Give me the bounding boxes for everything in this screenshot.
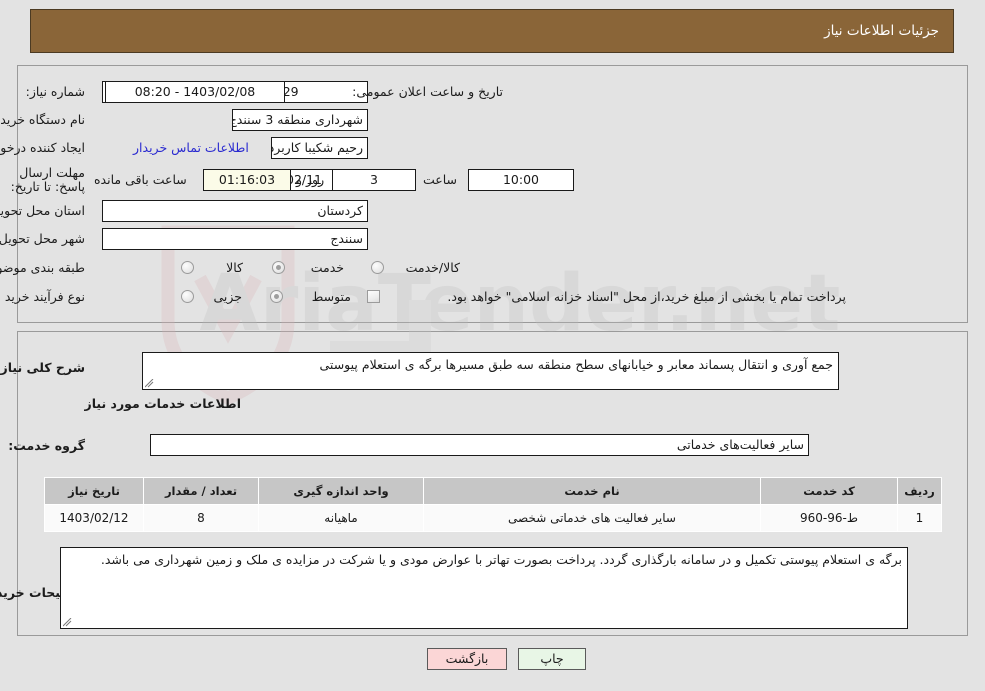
print-button[interactable]: چاپ: [518, 648, 586, 670]
need-info-panel: [17, 65, 968, 323]
th-service-code: کد خدمت: [760, 477, 898, 505]
radio-label-process-jozei: جزیی: [213, 289, 242, 304]
services-table: ردیف کد خدمت نام خدمت واحد اندازه گیری ت…: [44, 477, 942, 532]
remaining-days-word: روز و: [296, 172, 325, 187]
th-row-no: ردیف: [897, 477, 942, 505]
services-section-heading: اطلاعات خدمات مورد نیاز: [84, 396, 242, 411]
radio-label-category-khedmat: خدمت: [310, 260, 344, 275]
back-button[interactable]: بازگشت: [427, 648, 507, 670]
service-group-value[interactable]: سایر فعالیت‌های خدماتی: [150, 434, 809, 456]
delivery-city-label: شهر محل تحویل:: [0, 231, 85, 246]
deadline-hour-value[interactable]: 10:00: [468, 169, 574, 191]
cell-quantity: 8: [143, 504, 259, 532]
request-creator-value[interactable]: رحیم شکیبا کاربرداز شهرداری منطقه 3 سنند…: [271, 137, 368, 159]
th-need-date: تاریخ نیاز: [44, 477, 144, 505]
response-deadline-label: مهلت ارسال پاسخ: تا تاریخ:: [10, 165, 85, 194]
announcement-datetime-label: تاریخ و ساعت اعلان عمومی:: [352, 84, 503, 99]
cell-row-no: 1: [897, 504, 942, 532]
request-creator-label: ایجاد کننده درخواست:: [0, 140, 85, 155]
general-description-text: جمع آوری و انتقال پسماند معابر و خیابانه…: [319, 357, 833, 372]
buyer-notes-text: برگه ی استعلام پیوستی تکمیل و در سامانه …: [100, 552, 902, 567]
table-row: 1 ط-96-960 سایر فعالیت های خدماتی شخصی م…: [44, 504, 942, 532]
islamic-treasury-note: پرداخت تمام یا بخشی از مبلغ خرید،از محل …: [447, 289, 846, 304]
buyer-contact-link[interactable]: اطلاعات تماس خریدار: [133, 140, 249, 155]
purchase-process-label: نوع فرآیند خرید :: [0, 289, 85, 304]
general-description-label: شرح کلی نیاز:: [0, 360, 85, 375]
radio-category-khedmat[interactable]: [272, 261, 285, 274]
delivery-province-label: استان محل تحویل:: [0, 203, 85, 218]
announcement-datetime-value[interactable]: 08:20 - 1403/02/08: [105, 81, 285, 103]
buyer-organization-label: نام دستگاه خریدار:: [0, 112, 85, 127]
resize-grip-icon-notes[interactable]: [63, 618, 72, 627]
cell-need-date: 1403/02/12: [44, 504, 144, 532]
remaining-days-value[interactable]: 3: [332, 169, 416, 191]
th-quantity: تعداد / مقدار: [143, 477, 259, 505]
cell-unit: ماهیانه: [258, 504, 424, 532]
buyer-notes-textarea[interactable]: برگه ی استعلام پیوستی تکمیل و در سامانه …: [60, 547, 908, 629]
th-service-name: نام خدمت: [423, 477, 761, 505]
cell-service-code: ط-96-960: [760, 504, 898, 532]
checkbox-islamic-treasury-bonds[interactable]: [367, 290, 380, 303]
radio-label-process-motevaset: متوسط: [311, 289, 351, 304]
deadline-hour-label: ساعت: [422, 172, 457, 187]
radio-category-kala[interactable]: [181, 261, 194, 274]
need-number-label: شماره نیاز:: [25, 84, 85, 99]
radio-category-kala-khedmat[interactable]: [371, 261, 384, 274]
table-header-row: ردیف کد خدمت نام خدمت واحد اندازه گیری ت…: [44, 477, 942, 505]
cell-service-name: سایر فعالیت های خدماتی شخصی: [423, 504, 761, 532]
page-title: جزئیات اطلاعات نیاز: [824, 23, 939, 39]
radio-process-jozei[interactable]: [181, 290, 194, 303]
delivery-province-value[interactable]: کردستان: [102, 200, 368, 222]
countdown-suffix-label: ساعت باقی مانده: [94, 172, 187, 187]
countdown-timer: 01:16:03: [203, 169, 291, 191]
buyer-organization-value[interactable]: شهرداری منطقه 3 سنندج: [232, 109, 368, 131]
resize-grip-icon[interactable]: [145, 379, 154, 388]
delivery-city-value[interactable]: سنندج: [102, 228, 368, 250]
radio-process-motevaset[interactable]: [270, 290, 283, 303]
service-group-label: گروه خدمت:: [8, 438, 85, 453]
subject-category-label: طبقه بندی موضوعی:: [0, 260, 85, 275]
th-unit: واحد اندازه گیری: [258, 477, 424, 505]
general-description-textarea[interactable]: جمع آوری و انتقال پسماند معابر و خیابانه…: [142, 352, 839, 390]
radio-label-category-kala-khedmat: کالا/خدمت: [405, 260, 460, 275]
page-title-bar: جزئیات اطلاعات نیاز: [30, 9, 954, 53]
radio-label-category-kala: کالا: [226, 260, 243, 275]
